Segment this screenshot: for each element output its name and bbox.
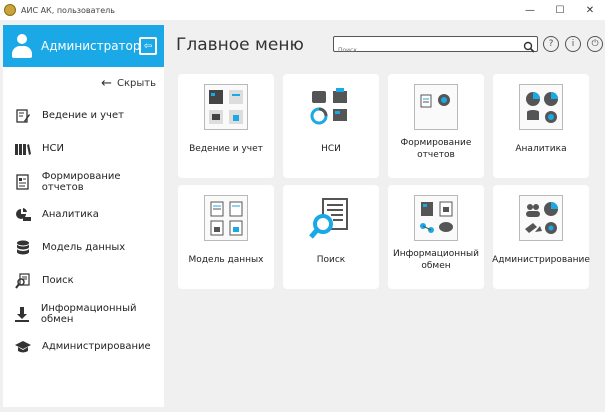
sidebar-item-label: Формирование отчетов bbox=[41, 170, 121, 193]
sidebar-item-search[interactable]: Поиск bbox=[3, 264, 164, 297]
exchange-icon bbox=[14, 305, 31, 323]
window-controls: — ☐ ✕ bbox=[515, 0, 605, 20]
info-icon[interactable]: i bbox=[565, 36, 581, 52]
exchange-icon bbox=[413, 195, 459, 241]
tile-reports[interactable]: Формирование отчетов bbox=[388, 74, 484, 178]
window-title: АИС АК, пользователь bbox=[21, 5, 115, 15]
close-button[interactable]: ✕ bbox=[575, 0, 605, 20]
sidebar-item-analytics[interactable]: Аналитика bbox=[3, 198, 164, 231]
books-icon bbox=[14, 140, 32, 158]
edit-icon bbox=[14, 107, 32, 125]
reference-data-icon bbox=[308, 84, 354, 130]
tile-label: Модель данных bbox=[188, 255, 264, 265]
hide-sidebar-label: Скрыть bbox=[117, 77, 156, 89]
sidebar: Администратор ⇦ ← Скрыть Ведение и учет … bbox=[3, 25, 164, 407]
tile-nsi[interactable]: НСИ bbox=[283, 74, 379, 178]
title-bar: АИС АК, пользователь — ☐ ✕ bbox=[0, 0, 605, 20]
admin-icon bbox=[518, 195, 564, 241]
analytics-icon bbox=[14, 206, 32, 224]
tile-label: НСИ bbox=[321, 144, 341, 154]
report-icon bbox=[413, 84, 459, 130]
sidebar-item-label: Информационный обмен bbox=[40, 302, 137, 325]
sidebar-item-label: НСИ bbox=[42, 143, 64, 154]
sidebar-item-exchange[interactable]: Информационный обмен bbox=[3, 297, 164, 330]
user-icon bbox=[11, 34, 33, 58]
graduation-cap-icon bbox=[14, 338, 32, 356]
tile-vedenie[interactable]: Ведение и учет bbox=[178, 74, 274, 178]
tile-search[interactable]: Поиск bbox=[283, 185, 379, 289]
app-icon bbox=[4, 4, 16, 16]
minimize-button[interactable]: — bbox=[515, 0, 545, 20]
sidebar-item-label: Администрирование bbox=[42, 341, 151, 352]
help-icon[interactable]: ? bbox=[543, 36, 559, 52]
sidebar-item-admin[interactable]: Администрирование bbox=[3, 330, 164, 363]
sidebar-item-label: Ведение и учет bbox=[42, 110, 124, 121]
tile-datamodel[interactable]: Модель данных bbox=[178, 185, 274, 289]
search-icon bbox=[14, 272, 32, 290]
user-bar: Администратор ⇦ bbox=[3, 25, 164, 67]
user-name: Администратор bbox=[41, 39, 141, 53]
database-icon bbox=[14, 239, 32, 257]
logout-icon[interactable]: ⇦ bbox=[139, 37, 157, 55]
sidebar-item-label: Аналитика bbox=[42, 209, 99, 220]
arrow-left-icon: ← bbox=[101, 75, 113, 91]
sidebar-item-label: Поиск bbox=[42, 275, 74, 286]
search-field[interactable] bbox=[333, 36, 538, 58]
tile-label: Формирование отчетов bbox=[400, 138, 472, 160]
report-icon bbox=[14, 173, 32, 191]
data-model-icon bbox=[203, 195, 249, 241]
sidebar-item-label: Модель данных bbox=[42, 242, 126, 253]
sidebar-item-datamodel[interactable]: Модель данных bbox=[3, 231, 164, 264]
power-icon[interactable]: ⏻ bbox=[587, 36, 603, 52]
tile-label: Поиск bbox=[316, 255, 346, 265]
tile-label: Ведение и учет bbox=[189, 144, 263, 154]
search-input[interactable] bbox=[334, 43, 514, 58]
page-title: Главное меню bbox=[176, 35, 304, 55]
sidebar-item-vedenie[interactable]: Ведение и учет bbox=[3, 99, 164, 132]
sidebar-item-reports[interactable]: Формирование отчетов bbox=[3, 165, 164, 198]
tile-label: Информационный обмен bbox=[392, 249, 480, 271]
ledger-icon bbox=[203, 84, 249, 130]
maximize-button[interactable]: ☐ bbox=[545, 0, 575, 20]
tile-admin[interactable]: Администрирование bbox=[492, 185, 590, 289]
tile-label: Аналитика bbox=[515, 144, 567, 154]
hide-sidebar-button[interactable]: ← Скрыть bbox=[3, 67, 164, 99]
tile-exchange[interactable]: Информационный обмен bbox=[388, 185, 484, 289]
search-icon bbox=[308, 195, 354, 241]
search-icon[interactable] bbox=[523, 38, 535, 53]
analytics-icon bbox=[518, 84, 564, 130]
sidebar-item-nsi[interactable]: НСИ bbox=[3, 132, 164, 165]
tile-analytics[interactable]: Аналитика bbox=[493, 74, 589, 178]
tile-label: Администрирование bbox=[492, 255, 590, 265]
